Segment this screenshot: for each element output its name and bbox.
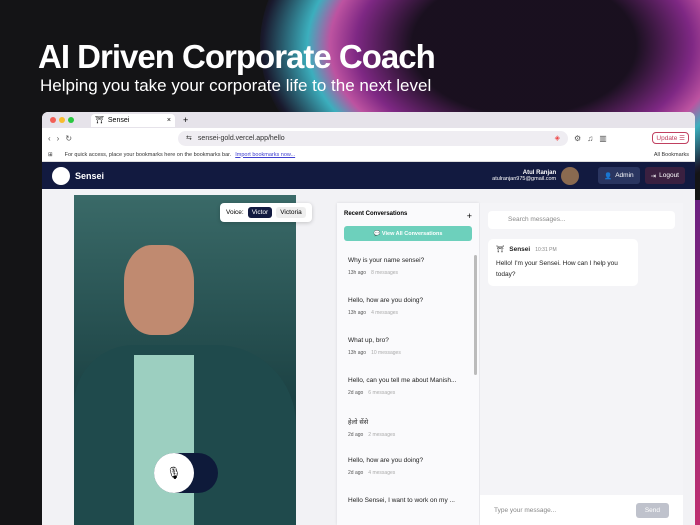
- voice-selector: Voice: Victor Victoria: [220, 203, 312, 222]
- url-text: sensei-gold.vercel.app/hello: [197, 134, 285, 142]
- sidebar-icon[interactable]: ▥: [599, 134, 607, 143]
- browser-tab[interactable]: ⛩ Sensei ×: [91, 113, 175, 127]
- sensei-logo-icon: ⛩: [52, 166, 70, 185]
- brand-name: Sensei: [75, 170, 105, 181]
- maximize-window-button[interactable]: [68, 117, 74, 123]
- hero-subtitle: Helping you take your corporate life to …: [40, 76, 432, 95]
- logout-label: Logout: [659, 172, 679, 179]
- conversation-item[interactable]: Hello, can you tell me about Manish... 2d…: [337, 369, 479, 409]
- hero-title: AI Driven Corporate Coach: [38, 38, 436, 75]
- all-bookmarks-button[interactable]: All Bookmarks: [654, 152, 689, 158]
- app-navbar: ⛩ Sensei Atul Ranjan atulranjan975@gmail.…: [42, 162, 695, 189]
- back-icon[interactable]: ‹: [48, 134, 51, 143]
- conversation-time: 2d ago: [348, 432, 364, 438]
- tab-favicon-icon: ⛩: [95, 117, 104, 124]
- sensei-avatar-icon: ⛩: [496, 246, 505, 253]
- conversation-time: 13h ago: [348, 270, 367, 276]
- music-icon[interactable]: ♫: [587, 134, 593, 143]
- conversation-item[interactable]: Hello Sensei, I want to work on my ...: [337, 489, 479, 525]
- chat-panel: Search messages... ⛩ Sensei 10:31 PM Hello…: [480, 203, 683, 525]
- brave-shield-icon[interactable]: ◈: [555, 134, 560, 142]
- microphone-button[interactable]: 🎙: [154, 453, 218, 493]
- voice-option-victor[interactable]: Victor: [247, 207, 273, 218]
- address-bar[interactable]: ⇆ sensei-gold.vercel.app/hello ◈: [178, 130, 569, 146]
- chat-message: ⛩ Sensei 10:31 PM Hello! I'm your Sensei. …: [488, 239, 638, 287]
- update-button[interactable]: Update ☰: [652, 132, 689, 144]
- conversation-count: 4 messages: [371, 310, 399, 316]
- update-label: Update: [656, 135, 678, 142]
- message-sender: Sensei: [509, 246, 531, 253]
- conversation-title: Why is your name sensei?: [348, 257, 425, 264]
- user-email: atulranjan975@gmail.com: [492, 175, 557, 182]
- import-bookmarks-link[interactable]: Import bookmarks now...: [235, 152, 295, 158]
- conversation-item[interactable]: हेलो सेंसे 2d ago 2 messages: [337, 409, 479, 449]
- browser-window: ⛩ Sensei × + ‹ › ↻ ⇆ sensei-gold.vercel.app/h…: [42, 112, 695, 525]
- extensions-icon[interactable]: ⚙: [574, 134, 581, 143]
- conversation-count: 8 messages: [371, 270, 399, 276]
- logout-icon: ⇥: [650, 172, 657, 180]
- admin-icon: 👤: [604, 172, 613, 180]
- conversation-title: हेलो सेंसे: [348, 419, 369, 426]
- conversation-title: Hello, can you tell me about Manish...: [348, 377, 457, 384]
- admin-label: Admin: [615, 172, 634, 179]
- conversation-title: Hello, how are you doing?: [348, 297, 424, 304]
- close-window-button[interactable]: [50, 117, 56, 123]
- message-text: Hello! I'm your Sensei. How can I help y…: [496, 260, 618, 278]
- avatar[interactable]: [561, 166, 580, 185]
- site-settings-icon[interactable]: ⇆: [186, 134, 192, 142]
- message-time: 10:31 PM: [535, 247, 557, 254]
- voice-label: Voice:: [226, 209, 244, 216]
- reload-icon[interactable]: ↻: [65, 134, 72, 143]
- microphone-icon: 🎙: [154, 453, 194, 493]
- conversation-count: 4 messages: [368, 470, 396, 476]
- scrollbar[interactable]: [474, 255, 477, 375]
- voice-option-victoria[interactable]: Victoria: [276, 207, 306, 218]
- conversation-time: 2d ago: [348, 470, 364, 476]
- logout-button[interactable]: ⇥ Logout: [644, 167, 685, 184]
- avatar-video: 🎙: [74, 195, 296, 525]
- admin-button[interactable]: 👤 Admin: [598, 167, 640, 184]
- conversation-count: 6 messages: [368, 390, 396, 396]
- close-tab-icon[interactable]: ×: [167, 117, 171, 124]
- minimize-window-button[interactable]: [59, 117, 65, 123]
- conversation-time: 13h ago: [348, 310, 367, 316]
- new-conversation-button[interactable]: +: [467, 211, 472, 221]
- message-input[interactable]: Type your message...: [494, 507, 556, 514]
- conversation-item[interactable]: Why is your name sensei? 13h ago 8 message…: [337, 249, 479, 289]
- conversation-item[interactable]: What up, bro? 13h ago 10 messages: [337, 329, 479, 369]
- forward-icon[interactable]: ›: [57, 134, 60, 143]
- conversations-title: Recent Conversations: [344, 211, 408, 217]
- conversation-title: What up, bro?: [348, 337, 389, 344]
- conversations-panel: Recent Conversations + 💬 View All Convers…: [337, 203, 479, 525]
- conversation-title: Hello Sensei, I want to work on my ...: [348, 497, 455, 504]
- conversation-count: 2 messages: [368, 432, 396, 438]
- view-all-conversations-button[interactable]: 💬 View All Conversations: [344, 226, 472, 241]
- conversation-count: 10 messages: [371, 350, 401, 356]
- bookmarks-hint: For quick access, place your bookmarks h…: [64, 151, 232, 158]
- search-messages-input[interactable]: Search messages...: [488, 211, 675, 229]
- conversation-time: 2d ago: [348, 390, 364, 396]
- conversation-item[interactable]: Hello, how are you doing? 2d ago 4 message…: [337, 449, 479, 489]
- view-all-label: View All Conversations: [381, 230, 443, 237]
- new-tab-button[interactable]: +: [183, 115, 188, 125]
- conversation-title: Hello, how are you doing?: [348, 457, 424, 464]
- send-button[interactable]: Send: [635, 502, 669, 518]
- apps-icon[interactable]: ⊞: [48, 152, 53, 158]
- conversation-item[interactable]: Hello, how are you doing? 13h ago 4 messag…: [337, 289, 479, 329]
- conversation-time: 13h ago: [348, 350, 367, 356]
- tab-title: Sensei: [107, 116, 130, 124]
